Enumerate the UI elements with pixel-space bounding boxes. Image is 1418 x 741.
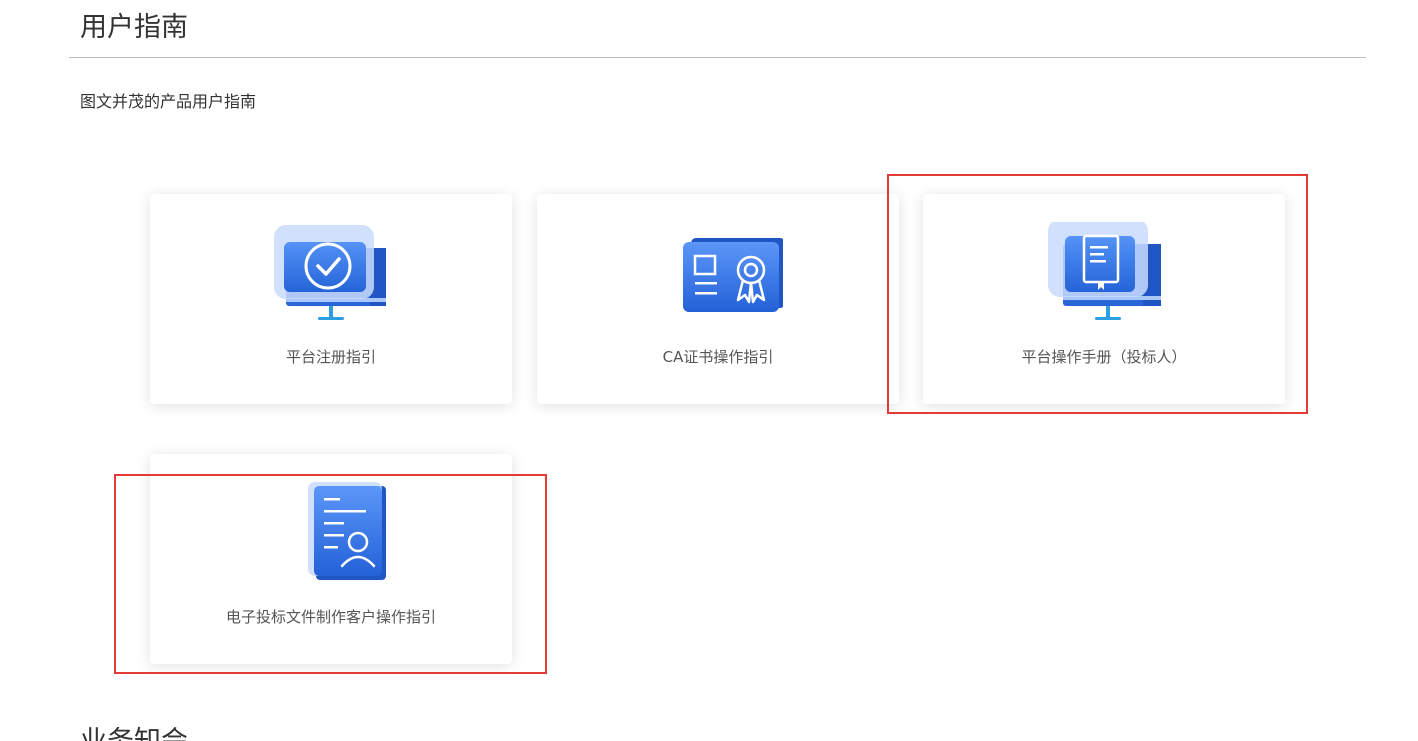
card-label: 平台操作手册（投标人） (1021, 348, 1187, 366)
monitor-check-icon (266, 222, 396, 332)
page-subtitle: 图文并茂的产品用户指南 (80, 92, 257, 111)
guide-card-platform-manual-bidder[interactable]: 平台操作手册（投标人） (923, 194, 1285, 404)
guide-card-ca-certificate[interactable]: CA证书操作指引 (537, 194, 899, 404)
section-title-business-notice: 业务知会 (80, 722, 188, 741)
user-guide-page: 用户指南 图文并茂的产品用户指南 平台注册指引 CA证书操作指引 平台操作手册（… (0, 0, 1418, 741)
card-label: 平台注册指引 (285, 348, 376, 366)
guide-card-e-bid-document[interactable]: 电子投标文件制作客户操作指引 (150, 454, 512, 664)
monitor-book-icon (1039, 222, 1169, 332)
title-divider (69, 57, 1366, 58)
guide-card-platform-registration[interactable]: 平台注册指引 (150, 194, 512, 404)
page-title: 用户指南 (80, 12, 188, 43)
certificate-icon (653, 222, 783, 332)
card-label: CA证书操作指引 (662, 348, 774, 366)
document-user-icon (266, 482, 396, 592)
card-label: 电子投标文件制作客户操作指引 (225, 608, 436, 626)
